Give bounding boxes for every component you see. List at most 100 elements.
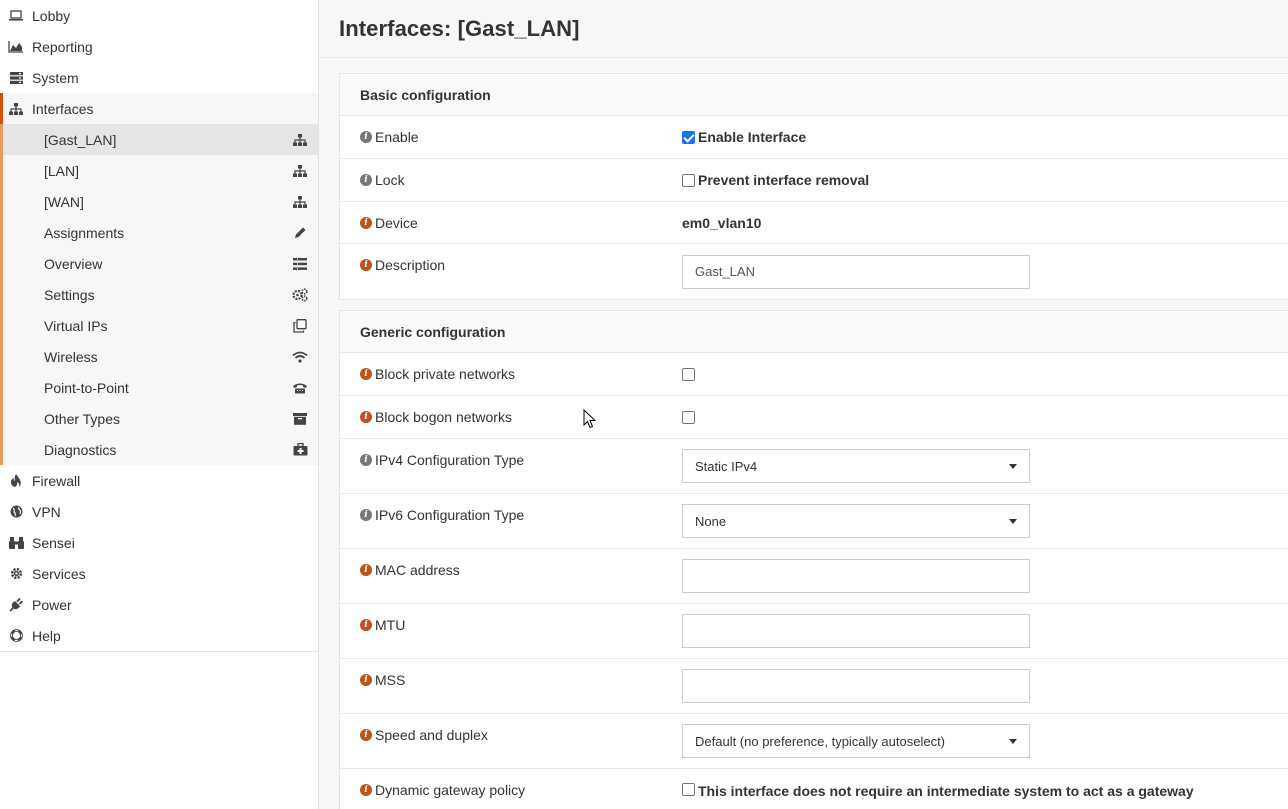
info-icon[interactable]: i — [360, 411, 372, 423]
info-icon[interactable]: i — [360, 784, 372, 796]
sub-item-wan[interactable]: [WAN] — [3, 186, 318, 217]
sub-item-point-to-point[interactable]: Point-to-Point — [3, 372, 318, 403]
nav-help[interactable]: Help — [0, 620, 318, 651]
nav-interfaces[interactable]: Interfaces — [0, 93, 318, 124]
server-icon — [8, 70, 24, 86]
nav-power-label: Power — [32, 596, 72, 613]
nav-services[interactable]: Services — [0, 558, 318, 589]
nav-lobby-label: Lobby — [32, 7, 71, 24]
section-header: Generic configuration — [340, 311, 1288, 353]
mac-label: i MAC address — [340, 549, 682, 603]
caret-down-icon — [1009, 738, 1017, 744]
device-name: em0_vlan10 — [682, 214, 762, 231]
gateway-policy-label: i Dynamic gateway policy — [340, 769, 682, 809]
sitemap-icon — [8, 101, 24, 117]
speed-duplex-row: i Speed and duplex Default (no preferenc… — [340, 714, 1288, 769]
info-icon[interactable]: i — [360, 674, 372, 686]
info-icon[interactable]: i — [360, 217, 372, 229]
caret-down-icon — [1009, 518, 1017, 524]
sidebar: Lobby Reporting System Interfaces [Gast_… — [0, 0, 319, 809]
ipv4-type-select[interactable]: Static IPv4 — [682, 449, 1030, 483]
mtu-input[interactable] — [682, 614, 1030, 648]
generic-configuration-section: Generic configuration i Block private ne… — [339, 310, 1288, 809]
sub-item-gast-lan[interactable]: [Gast_LAN] — [3, 124, 318, 155]
enable-row: i Enable Enable Interface — [340, 116, 1288, 159]
area-chart-icon — [8, 39, 24, 55]
info-icon[interactable]: i — [360, 131, 372, 143]
info-icon[interactable]: i — [360, 619, 372, 631]
speed-duplex-value: Default (no preference, typically autose… — [682, 714, 1288, 768]
nav-services-label: Services — [32, 565, 86, 582]
sub-item-settings[interactable]: Settings — [3, 279, 318, 310]
info-icon[interactable]: i — [360, 259, 372, 271]
sub-item-assignments[interactable]: Assignments — [3, 217, 318, 248]
wifi-icon — [292, 349, 308, 365]
section-header: Basic configuration — [340, 74, 1288, 116]
nav-power[interactable]: Power — [0, 589, 318, 620]
block-bogon-checkbox[interactable] — [682, 410, 695, 424]
sub-item-overview[interactable]: Overview — [3, 248, 318, 279]
binoculars-icon — [8, 535, 24, 551]
mac-address-input[interactable] — [682, 559, 1030, 593]
info-icon[interactable]: i — [360, 729, 372, 741]
nav-help-label: Help — [32, 627, 61, 644]
interfaces-submenu: [Gast_LAN] [LAN] [WAN] Assignments Overv… — [0, 124, 318, 465]
sitemap-icon — [292, 194, 308, 210]
main-content: Interfaces: [Gast_LAN] Basic configurati… — [319, 0, 1288, 809]
device-value: em0_vlan10 — [682, 202, 1288, 243]
speed-duplex-label: i Speed and duplex — [340, 714, 682, 768]
block-private-checkbox[interactable] — [682, 367, 695, 381]
ipv4-type-row: i IPv4 Configuration Type Static IPv4 — [340, 439, 1288, 494]
sub-item-label: Overview — [44, 255, 103, 272]
enable-interface-checkbox[interactable] — [682, 130, 695, 144]
prevent-removal-checkbox[interactable] — [682, 173, 695, 187]
nav-system-label: System — [32, 69, 79, 86]
nav-system[interactable]: System — [0, 62, 318, 93]
ipv6-type-select[interactable]: None — [682, 504, 1030, 538]
description-row: i Description Gast_LAN — [340, 244, 1288, 299]
mtu-label: i MTU — [340, 604, 682, 658]
phone-icon — [292, 380, 308, 396]
speed-duplex-select[interactable]: Default (no preference, typically autose… — [682, 724, 1030, 758]
ipv6-type-value: None — [682, 494, 1288, 548]
sub-item-lan[interactable]: [LAN] — [3, 155, 318, 186]
description-label-text: Description — [375, 257, 446, 273]
nav-firewall[interactable]: Firewall — [0, 465, 318, 496]
mss-input[interactable] — [682, 669, 1030, 703]
info-icon[interactable]: i — [360, 564, 372, 576]
nav-vpn[interactable]: VPN — [0, 496, 318, 527]
cog-icon — [8, 566, 24, 582]
ipv6-type-row: i IPv6 Configuration Type None — [340, 494, 1288, 549]
nav-reporting-label: Reporting — [32, 38, 93, 55]
sub-item-other-types[interactable]: Other Types — [3, 403, 318, 434]
sub-item-wireless[interactable]: Wireless — [3, 341, 318, 372]
sub-item-diagnostics[interactable]: Diagnostics — [3, 434, 318, 465]
description-input[interactable]: Gast_LAN — [682, 254, 1030, 289]
info-icon[interactable]: i — [360, 509, 372, 521]
cogs-icon — [292, 287, 308, 303]
block-private-label-text: Block private networks — [375, 366, 516, 382]
info-icon[interactable]: i — [360, 174, 372, 186]
info-icon[interactable]: i — [360, 368, 372, 380]
gateway-policy-checkbox[interactable] — [682, 783, 695, 796]
nav-reporting[interactable]: Reporting — [0, 31, 318, 62]
nav-lobby[interactable]: Lobby — [0, 0, 318, 31]
caret-down-icon — [1009, 463, 1017, 469]
ipv6-type-label: i IPv6 Configuration Type — [340, 494, 682, 548]
mss-row: i MSS — [340, 659, 1288, 714]
gateway-policy-label-text: Dynamic gateway policy — [375, 782, 526, 798]
gateway-policy-row: i Dynamic gateway policy This interface … — [340, 769, 1288, 809]
nav-interfaces-label: Interfaces — [32, 100, 94, 117]
sub-item-label: Virtual IPs — [44, 317, 108, 334]
sub-item-label: [LAN] — [44, 162, 80, 179]
sub-item-virtual-ips[interactable]: Virtual IPs — [3, 310, 318, 341]
gateway-policy-checkbox-label: This interface does not require an inter… — [698, 783, 1194, 799]
sub-item-label: Settings — [44, 286, 95, 303]
info-icon[interactable]: i — [360, 454, 372, 466]
page-header: Interfaces: [Gast_LAN] — [319, 0, 1288, 58]
mss-label: i MSS — [340, 659, 682, 713]
mtu-row: i MTU — [340, 604, 1288, 659]
fire-icon — [8, 473, 24, 489]
nav-sensei[interactable]: Sensei — [0, 527, 318, 558]
description-label: i Description — [340, 244, 682, 299]
